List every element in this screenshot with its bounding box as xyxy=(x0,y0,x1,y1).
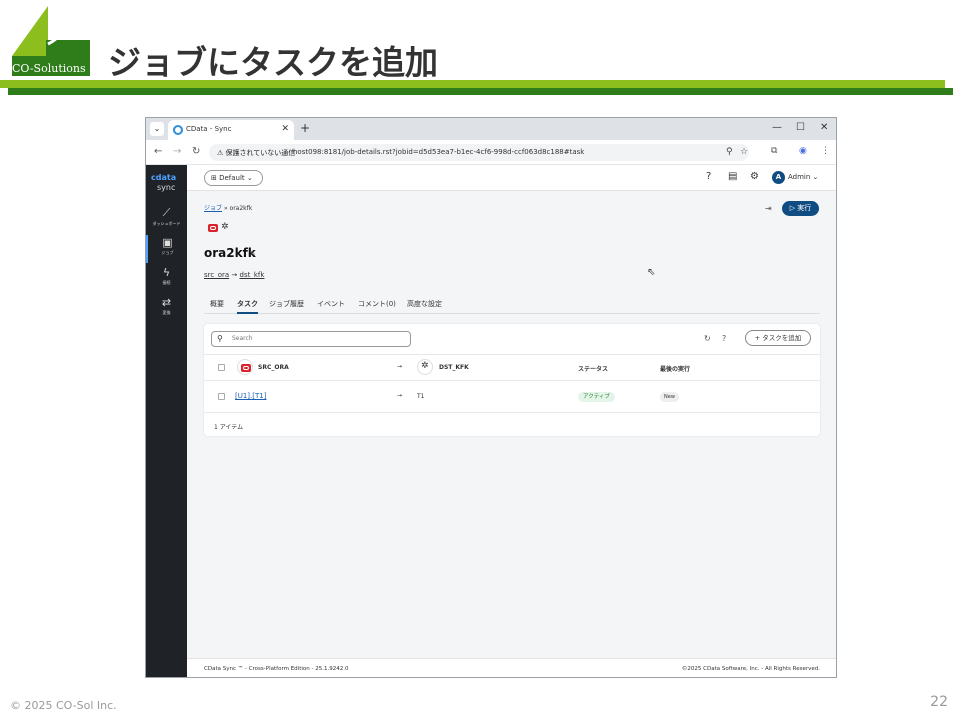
window-close-icon[interactable]: ✕ xyxy=(820,122,828,133)
task-table-card: ⚲ ↻ ? + タスクを追加 SRC_ORA → ✲ DST_KFK xyxy=(204,324,820,436)
browser-window: ⌄ CData - Sync ✕ + — ☐ ✕ ← → ↻ ⚠ 保護されていな… xyxy=(145,117,837,678)
url-field[interactable]: ⚠ 保護されていない通信 host098:8181/job-details.rs… xyxy=(209,144,749,161)
refresh-icon[interactable]: ↻ xyxy=(704,334,711,343)
forward-icon[interactable]: → xyxy=(173,146,181,157)
title-underline-green xyxy=(0,80,945,88)
search-field[interactable]: ⚲ xyxy=(211,331,411,347)
maximize-icon[interactable]: ☐ xyxy=(796,122,805,133)
help-icon[interactable]: ? xyxy=(706,171,711,182)
row-destination: T1 xyxy=(417,393,425,400)
bookmark-star-icon[interactable]: ☆ xyxy=(740,147,748,157)
brand-logo: cdata xyxy=(151,173,177,182)
table-footer: 1 アイテム xyxy=(204,412,820,436)
tab-close-icon[interactable]: ✕ xyxy=(281,124,289,134)
chart-icon: ⟋ xyxy=(162,206,171,219)
app-copyright: ©2025 CData Software, Inc. - All Rights … xyxy=(681,666,820,672)
search-input[interactable] xyxy=(232,335,402,342)
back-icon[interactable]: ← xyxy=(154,146,162,157)
version-text: CData Sync ™ - Cross-Platform Edition - … xyxy=(204,666,349,672)
last-run-badge: New xyxy=(660,392,679,402)
breadcrumb-jobs-link[interactable]: ジョブ xyxy=(204,205,222,212)
extensions-icon[interactable]: ⧉ xyxy=(771,146,777,156)
url-text: host098:8181/job-details.rst?jobid=d5d53… xyxy=(293,148,585,156)
app-topbar: ⊞ Default ⌄ ? ▤ ⚙ A Admin ⌄ xyxy=(187,165,836,191)
job-tabs: 概要 タスク ジョブ履歴 イベント コメント(0) 高度な設定 xyxy=(204,295,820,314)
user-menu[interactable]: Admin ⌄ xyxy=(788,173,818,181)
tab-tasks[interactable]: タスク xyxy=(237,299,258,314)
source-connection-link[interactable]: src_ora xyxy=(204,271,229,279)
tab-search-dropdown-icon[interactable]: ⌄ xyxy=(150,122,164,136)
insecure-warning[interactable]: ⚠ 保護されていない通信 xyxy=(217,148,295,158)
reload-icon[interactable]: ↻ xyxy=(192,146,200,157)
tab-comments[interactable]: コメント(0) xyxy=(358,299,396,309)
transform-icon: ⇄ xyxy=(161,296,172,309)
briefcase-icon: ▣ xyxy=(162,236,173,249)
table-row[interactable]: [U1].[T1] → T1 アクティブ New xyxy=(204,380,820,412)
status-badge: アクティブ xyxy=(578,392,615,402)
job-title: ora2kfk xyxy=(204,246,256,260)
search-icon: ⚲ xyxy=(217,334,223,343)
header-source[interactable]: SRC_ORA xyxy=(258,364,289,371)
run-button[interactable]: ▷ 実行 xyxy=(782,201,819,216)
header-status[interactable]: ステータス xyxy=(578,364,608,373)
row-source-link[interactable]: [U1].[T1] xyxy=(235,392,266,400)
settings-gear-icon[interactable]: ⚙ xyxy=(750,171,759,182)
arrow-icon: → xyxy=(397,363,403,370)
slide-title: ジョブにタスクを追加 xyxy=(108,43,438,82)
tab-overview[interactable]: 概要 xyxy=(210,299,224,309)
export-icon[interactable]: ⇥ xyxy=(765,204,772,213)
profile-icon[interactable]: ◉ xyxy=(799,146,807,156)
add-task-button[interactable]: + タスクを追加 xyxy=(745,330,811,346)
logo-text: CO-Solutions xyxy=(12,62,86,75)
tab-advanced[interactable]: 高度な設定 xyxy=(407,299,442,309)
connection-line: src_ora → dst_kfk xyxy=(204,271,265,279)
sidebar-item-dashboard[interactable]: ⟋ ダッシュボード xyxy=(146,205,187,233)
kafka-icon: ✲ xyxy=(221,222,229,232)
browser-menu-icon[interactable]: ⋮ xyxy=(821,146,830,156)
oracle-icon xyxy=(241,364,251,372)
sidebar-item-connections[interactable]: ϟ 接続 xyxy=(146,265,187,293)
edit-icon[interactable]: ✎ xyxy=(250,250,256,258)
select-all-checkbox[interactable] xyxy=(218,364,225,371)
page-number: 22 xyxy=(930,694,948,710)
oracle-icon xyxy=(208,224,218,232)
source-icon-wrap xyxy=(237,359,253,375)
avatar[interactable]: A xyxy=(772,171,785,184)
minimize-icon[interactable]: — xyxy=(772,122,782,133)
slide: CO-Solutions ジョブにタスクを追加 ⌄ CData - Sync ✕… xyxy=(0,0,960,720)
tab-title: CData - Sync xyxy=(186,125,232,133)
app-footer: CData Sync ™ - Cross-Platform Edition - … xyxy=(187,658,836,677)
header-destination[interactable]: DST_KFK xyxy=(439,364,469,371)
kafka-icon: ✲ xyxy=(421,361,429,371)
tab-events[interactable]: イベント xyxy=(317,299,345,309)
docs-icon[interactable]: ▤ xyxy=(728,171,737,182)
arrow-icon: → xyxy=(397,392,403,399)
zoom-icon[interactable]: ⚲ xyxy=(726,147,733,157)
app-main: ⊞ Default ⌄ ? ▤ ⚙ A Admin ⌄ ジョブ » ora2kf… xyxy=(187,165,836,677)
destination-connection-link[interactable]: dst_kfk xyxy=(240,271,265,279)
brand-product: sync xyxy=(157,183,176,192)
item-count: 1 アイテム xyxy=(214,424,244,431)
row-checkbox[interactable] xyxy=(218,393,225,400)
destination-icon-wrap: ✲ xyxy=(417,359,433,375)
browser-tab[interactable]: CData - Sync ✕ xyxy=(168,120,294,140)
address-bar: ← → ↻ ⚠ 保護されていない通信 host098:8181/job-deta… xyxy=(146,140,836,165)
sidebar-item-jobs[interactable]: ▣ ジョブ xyxy=(146,235,187,263)
plug-icon: ϟ xyxy=(162,266,171,279)
browser-tabbar: ⌄ CData - Sync ✕ + — ☐ ✕ xyxy=(146,118,836,140)
slide-copyright: © 2025 CO-Sol Inc. xyxy=(10,699,117,712)
app-sidebar: cdata sync ⟋ ダッシュボード ▣ ジョブ ϟ 接続 ⇄ 変換 xyxy=(146,165,187,677)
new-tab-icon[interactable]: + xyxy=(300,121,310,135)
tab-job-history[interactable]: ジョブ履歴 xyxy=(269,299,304,309)
table-header: SRC_ORA → ✲ DST_KFK ステータス 最後の実行 xyxy=(204,354,820,380)
header-last-run[interactable]: 最後の実行 xyxy=(660,364,690,373)
breadcrumb: ジョブ » ora2kfk xyxy=(204,205,253,212)
sidebar-item-transform[interactable]: ⇄ 変換 xyxy=(146,295,187,323)
title-underline-dark xyxy=(8,88,953,95)
breadcrumb-current: ora2kfk xyxy=(229,205,253,212)
mouse-cursor-icon: ⇖ xyxy=(647,267,656,278)
info-icon[interactable]: ? xyxy=(722,334,726,343)
cdata-favicon-icon xyxy=(173,125,183,135)
workspace-dropdown[interactable]: ⊞ Default ⌄ xyxy=(204,170,263,186)
